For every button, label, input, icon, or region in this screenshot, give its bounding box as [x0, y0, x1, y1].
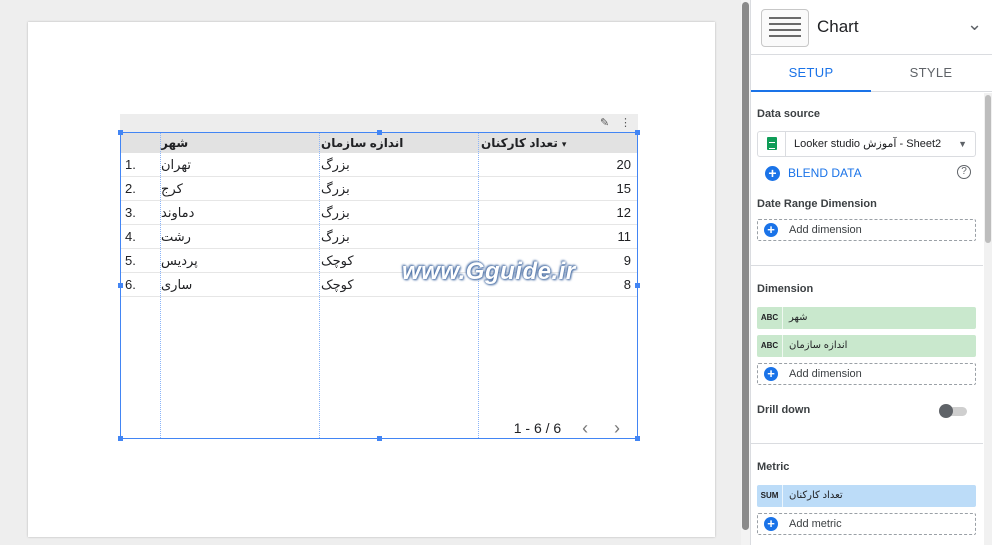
drill-down-label: Drill down [757, 404, 811, 416]
field-name: تعداد کارکنان [789, 490, 843, 501]
table-chart-icon[interactable] [761, 9, 809, 47]
dimension-chip-org-size[interactable]: ABC اندازه سازمان [757, 335, 976, 357]
column-header-org-size[interactable]: اندازه سازمان [321, 133, 477, 153]
tab-setup[interactable]: SETUP [751, 56, 871, 92]
cell-city: کرج [161, 181, 183, 196]
report-canvas: ✎ ⋮ شهر اندازه سازمان ▾تعداد کارکنان 1. ت… [0, 0, 740, 545]
cell-city: ساری [161, 277, 193, 292]
plus-icon: + [764, 517, 778, 531]
chevron-left-icon[interactable]: ‹ [571, 417, 599, 439]
table-pagination: 1 - 6 / 6 ‹ › [514, 416, 631, 438]
resize-handle-bottom-right[interactable] [635, 436, 640, 441]
cell-employees: 11 [617, 229, 632, 244]
canvas-scrollbar[interactable] [741, 0, 750, 545]
resize-handle-top-left[interactable] [118, 130, 123, 135]
pagination-label: 1 - 6 / 6 [513, 420, 562, 437]
sort-desc-icon: ▾ [561, 139, 567, 149]
dimension-chip-city[interactable]: ABC شهر [757, 307, 976, 329]
column-header-employees-label: تعداد کارکنان [481, 136, 558, 150]
cell-city: پردیس [161, 253, 198, 268]
resize-handle-bottom[interactable] [377, 436, 382, 441]
table-row[interactable]: 3. دماوند بزرگ 12 [121, 201, 637, 225]
row-index: 2. [125, 181, 136, 196]
chevron-down-icon[interactable]: ⌄ [967, 14, 982, 35]
setup-panel-body: Data source Looker studio آموزش - Sheet2… [751, 93, 983, 545]
date-range-dimension-label: Date Range Dimension [757, 198, 877, 210]
drill-down-toggle[interactable] [939, 404, 969, 418]
plus-icon: + [764, 223, 778, 237]
cell-city: تهران [161, 157, 191, 172]
cell-employees: 12 [616, 205, 631, 220]
tab-style[interactable]: STYLE [871, 56, 991, 92]
blend-data-label: BLEND DATA [788, 166, 862, 180]
table-row[interactable]: 2. کرج بزرگ 15 [121, 177, 637, 201]
cell-org-size: بزرگ [321, 181, 350, 196]
resize-handle-top[interactable] [377, 130, 382, 135]
add-date-range-dimension-button[interactable]: + Add dimension [757, 219, 976, 241]
add-metric-button[interactable]: + Add metric [757, 513, 976, 535]
cell-employees: 15 [616, 181, 631, 196]
add-dimension-label: Add dimension [789, 224, 862, 236]
data-source-label: Data source [757, 108, 820, 120]
cell-city: رشت [161, 229, 191, 244]
add-dimension-label: Add dimension [789, 368, 862, 380]
data-source-name: Looker studio آموزش - Sheet2 [794, 138, 942, 150]
resize-handle-bottom-left[interactable] [118, 436, 123, 441]
cell-org-size: بزرگ [321, 229, 350, 244]
table-row[interactable]: 1. تهران بزرگ 20 [121, 153, 637, 177]
caret-down-icon: ▼ [958, 139, 967, 149]
column-divider[interactable] [160, 133, 161, 438]
resize-handle-right[interactable] [635, 283, 640, 288]
resize-handle-top-right[interactable] [635, 130, 640, 135]
more-vert-icon[interactable]: ⋮ [620, 116, 631, 130]
field-name: شهر [789, 312, 808, 323]
chevron-right-icon[interactable]: › [603, 417, 631, 439]
field-type-badge: ABC [757, 307, 783, 329]
cell-city: دماوند [161, 205, 195, 220]
column-header-city[interactable]: شهر [161, 133, 317, 153]
row-index: 5. [125, 253, 136, 268]
watermark: www.Gguide.ir [402, 258, 576, 285]
properties-panel: Chart ⌄ SETUP STYLE Data source Looker s… [750, 0, 992, 545]
column-header-employees[interactable]: ▾تعداد کارکنان [481, 133, 631, 153]
help-icon[interactable]: ? [957, 165, 971, 179]
plus-icon: + [765, 166, 780, 181]
metric-label: Metric [757, 461, 790, 473]
field-type-badge: SUM [757, 485, 783, 507]
cell-org-size: بزرگ [321, 205, 350, 220]
section-divider [751, 265, 983, 266]
metric-chip-employees[interactable]: SUM تعداد کارکنان [757, 485, 976, 507]
add-metric-label: Add metric [789, 518, 842, 530]
panel-header: Chart ⌄ [751, 0, 992, 55]
panel-tabs: SETUP STYLE [751, 56, 992, 92]
scrollbar-thumb[interactable] [742, 2, 749, 530]
column-divider[interactable] [319, 133, 320, 438]
section-divider [751, 443, 983, 444]
row-index: 4. [125, 229, 136, 244]
table-header-row: شهر اندازه سازمان ▾تعداد کارکنان [121, 133, 637, 153]
add-dimension-button[interactable]: + Add dimension [757, 363, 976, 385]
dimension-label: Dimension [757, 283, 814, 295]
cell-employees: 20 [616, 157, 631, 172]
cell-org-size: بزرگ [321, 157, 350, 172]
data-source-select[interactable]: Looker studio آموزش - Sheet2 ▼ [757, 131, 976, 157]
google-sheets-icon [758, 132, 786, 156]
field-type-badge: ABC [757, 335, 783, 357]
row-index: 3. [125, 205, 136, 220]
row-index: 1. [125, 157, 136, 172]
field-name: اندازه سازمان [789, 340, 848, 351]
table-row[interactable]: 4. رشت بزرگ 11 [121, 225, 637, 249]
panel-scrollbar[interactable] [984, 93, 992, 545]
resize-handle-left[interactable] [118, 283, 123, 288]
pencil-icon[interactable]: ✎ [600, 116, 609, 130]
plus-icon: + [764, 367, 778, 381]
row-index: 6. [125, 277, 136, 292]
scrollbar-thumb[interactable] [985, 95, 991, 243]
panel-title: Chart [817, 17, 859, 36]
